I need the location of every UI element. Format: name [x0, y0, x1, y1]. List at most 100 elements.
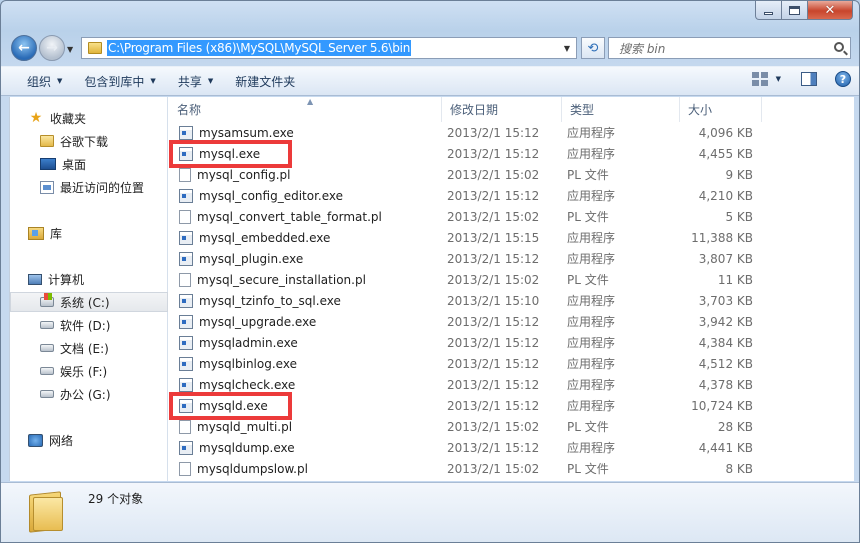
column-header-type[interactable]: 类型: [562, 97, 680, 122]
table-row[interactable]: mysql_config.pl 2013/2/1 15:02 PL 文件 9 KB: [169, 164, 854, 185]
file-type: 应用程序: [567, 126, 616, 140]
chevron-down-icon: ▼: [150, 77, 156, 85]
file-name-cell[interactable]: mysqld_multi.pl: [179, 416, 292, 437]
search-icon[interactable]: [834, 42, 844, 52]
column-header-date[interactable]: 修改日期: [442, 97, 562, 122]
back-button[interactable]: ←: [11, 35, 37, 61]
file-name: mysqladmin.exe: [199, 335, 298, 350]
table-row[interactable]: mysql_tzinfo_to_sql.exe 2013/2/1 15:10 应用程…: [169, 290, 854, 311]
table-row[interactable]: mysql_plugin.exe 2013/2/1 15:12 应用程序 3,807 …: [169, 248, 854, 269]
minimize-button[interactable]: [755, 1, 782, 20]
minimize-icon: [764, 11, 773, 15]
table-row[interactable]: mysqlbinlog.exe 2013/2/1 15:12 应用程序 4,512 K…: [169, 353, 854, 374]
file-name-cell[interactable]: mysql_upgrade.exe: [179, 311, 316, 332]
file-date: 2013/2/1 15:02: [447, 461, 540, 476]
nav-libraries[interactable]: 库: [28, 223, 186, 243]
address-bar[interactable]: C:\Program Files (x86)\MySQL\MySQL Serve…: [81, 37, 577, 59]
new-folder-button[interactable]: 新建文件夹: [227, 66, 303, 96]
file-date: 2013/2/1 15:02: [447, 272, 540, 287]
table-row[interactable]: mysql_embedded.exe 2013/2/1 15:15 应用程序 11,3…: [169, 227, 854, 248]
file-type: 应用程序: [567, 231, 616, 245]
refresh-icon: ⟲: [587, 40, 599, 56]
column-name-label: 名称: [177, 103, 202, 117]
file-size: 4,096 KB: [698, 125, 753, 140]
folder-icon: [88, 42, 102, 54]
file-size: 11 KB: [717, 272, 753, 287]
file-name-cell[interactable]: mysqladmin.exe: [179, 332, 298, 353]
table-row[interactable]: mysqld_multi.pl 2013/2/1 15:02 PL 文件 28 KB: [169, 416, 854, 437]
toolbar-right: ▼ ?: [751, 71, 851, 87]
file-name-cell[interactable]: mysql_tzinfo_to_sql.exe: [179, 290, 341, 311]
file-date: 2013/2/1 15:15: [447, 230, 540, 245]
maximize-button[interactable]: [782, 1, 808, 20]
nav-computer[interactable]: 计算机: [28, 269, 186, 289]
table-row[interactable]: mysqldumpslow.pl 2013/2/1 15:02 PL 文件 8 KB: [169, 458, 854, 479]
address-dropdown-icon[interactable]: ▼: [558, 38, 576, 58]
file-name-cell[interactable]: mysqldumpslow.pl: [179, 458, 308, 479]
preview-pane-icon[interactable]: [801, 72, 817, 86]
folder-icon: [40, 135, 54, 147]
nav-libraries-label: 库: [50, 226, 63, 241]
file-type: 应用程序: [567, 357, 616, 371]
file-name-cell[interactable]: mysql_secure_installation.pl: [179, 269, 366, 290]
file-name-cell[interactable]: mysql_convert_table_format.pl: [179, 206, 382, 227]
forward-button[interactable]: →: [39, 35, 65, 61]
file-size: 4,210 KB: [698, 188, 753, 203]
nav-network[interactable]: 网络: [28, 430, 186, 450]
file-name: mysql_plugin.exe: [199, 251, 304, 266]
address-path[interactable]: C:\Program Files (x86)\MySQL\MySQL Serve…: [107, 40, 412, 56]
file-size: 28 KB: [717, 419, 753, 434]
network-icon: [28, 433, 43, 447]
application-file-icon: [179, 440, 193, 455]
file-type: 应用程序: [567, 399, 616, 413]
application-file-icon: [179, 314, 193, 329]
help-icon[interactable]: ?: [835, 71, 851, 87]
drive-icon: [40, 390, 54, 398]
share-menu[interactable]: 共享 ▼: [170, 66, 221, 96]
details-pane: 29 个对象: [1, 482, 859, 542]
file-name-cell[interactable]: mysql_config.pl: [179, 164, 290, 185]
nav-favorites[interactable]: ★ 收藏夹: [28, 108, 186, 128]
table-row[interactable]: mysqladmin.exe 2013/2/1 15:12 应用程序 4,384 KB: [169, 332, 854, 353]
file-name: mysqldumpslow.pl: [197, 461, 308, 476]
table-row[interactable]: mysql_config_editor.exe 2013/2/1 15:12 应用程…: [169, 185, 854, 206]
view-options-icon[interactable]: [751, 72, 768, 86]
include-in-library-menu[interactable]: 包含到库中 ▼: [76, 66, 163, 96]
close-button[interactable]: ✕: [808, 1, 853, 20]
table-row[interactable]: mysql_convert_table_format.pl 2013/2/1 15…: [169, 206, 854, 227]
recent-pages-dropdown-icon[interactable]: ▼: [67, 45, 73, 54]
application-file-icon: [179, 125, 193, 140]
file-date: 2013/2/1 15:12: [447, 356, 540, 371]
view-dropdown-icon[interactable]: ▼: [776, 75, 781, 83]
text-file-icon: [179, 419, 191, 434]
organize-menu[interactable]: 组织 ▼: [19, 66, 70, 96]
nav-drive-c[interactable]: 系统 (C:): [10, 292, 168, 312]
file-size: 10,724 KB: [691, 398, 753, 413]
table-row[interactable]: mysql_upgrade.exe 2013/2/1 15:12 应用程序 3,942…: [169, 311, 854, 332]
refresh-button[interactable]: ⟲: [581, 37, 605, 59]
table-row[interactable]: mysqldump.exe 2013/2/1 15:12 应用程序 4,441 KB: [169, 437, 854, 458]
text-file-icon: [179, 272, 191, 287]
column-header-size[interactable]: 大小: [680, 97, 762, 122]
file-name-cell[interactable]: mysql_config_editor.exe: [179, 185, 343, 206]
file-name: mysamsum.exe: [199, 125, 294, 140]
file-name-cell[interactable]: mysql_plugin.exe: [179, 248, 303, 269]
item-count: 29 个对象: [88, 492, 144, 506]
folder-icon: [29, 489, 67, 533]
computer-icon: [28, 273, 42, 285]
file-type: PL 文件: [567, 210, 609, 224]
file-name-cell[interactable]: mysqlbinlog.exe: [179, 353, 297, 374]
library-icon: [28, 226, 44, 240]
file-name: mysqlcheck.exe: [199, 377, 296, 392]
file-date: 2013/2/1 15:12: [447, 314, 540, 329]
maximize-icon: [789, 5, 800, 15]
search-input[interactable]: 搜索 bin: [608, 37, 851, 59]
column-header-name[interactable]: 名称: [169, 97, 442, 122]
explorer-window: ✕ ← → ▼ C:\Program Files (x86)\MySQL\MyS…: [0, 0, 860, 543]
file-name-cell[interactable]: mysql_embedded.exe: [179, 227, 330, 248]
file-name-cell[interactable]: mysqldump.exe: [179, 437, 295, 458]
recent-places-icon: [40, 180, 54, 194]
table-row[interactable]: mysql_secure_installation.pl 2013/2/1 15:…: [169, 269, 854, 290]
file-size: 3,807 KB: [698, 251, 753, 266]
command-toolbar: 组织 ▼ 包含到库中 ▼ 共享 ▼ 新建文件夹 ▼ ?: [1, 66, 859, 96]
